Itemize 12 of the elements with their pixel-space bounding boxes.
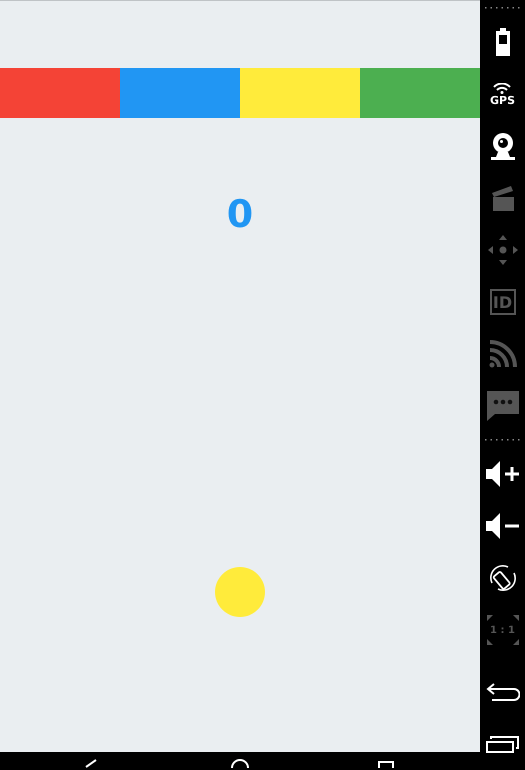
volume-down-icon[interactable] xyxy=(486,513,520,539)
ball xyxy=(215,567,265,617)
separator-dots xyxy=(484,439,520,441)
battery-icon[interactable] xyxy=(494,28,510,56)
separator-dots xyxy=(484,7,520,9)
expand-corners-icon xyxy=(486,614,520,646)
wifi-icon xyxy=(493,82,512,94)
rotate-icon[interactable] xyxy=(488,563,518,593)
gps-button[interactable]: GPS xyxy=(490,82,515,106)
webcam-icon[interactable] xyxy=(490,132,516,160)
score: 0 xyxy=(226,191,254,238)
volume-up-icon[interactable] xyxy=(486,461,520,487)
